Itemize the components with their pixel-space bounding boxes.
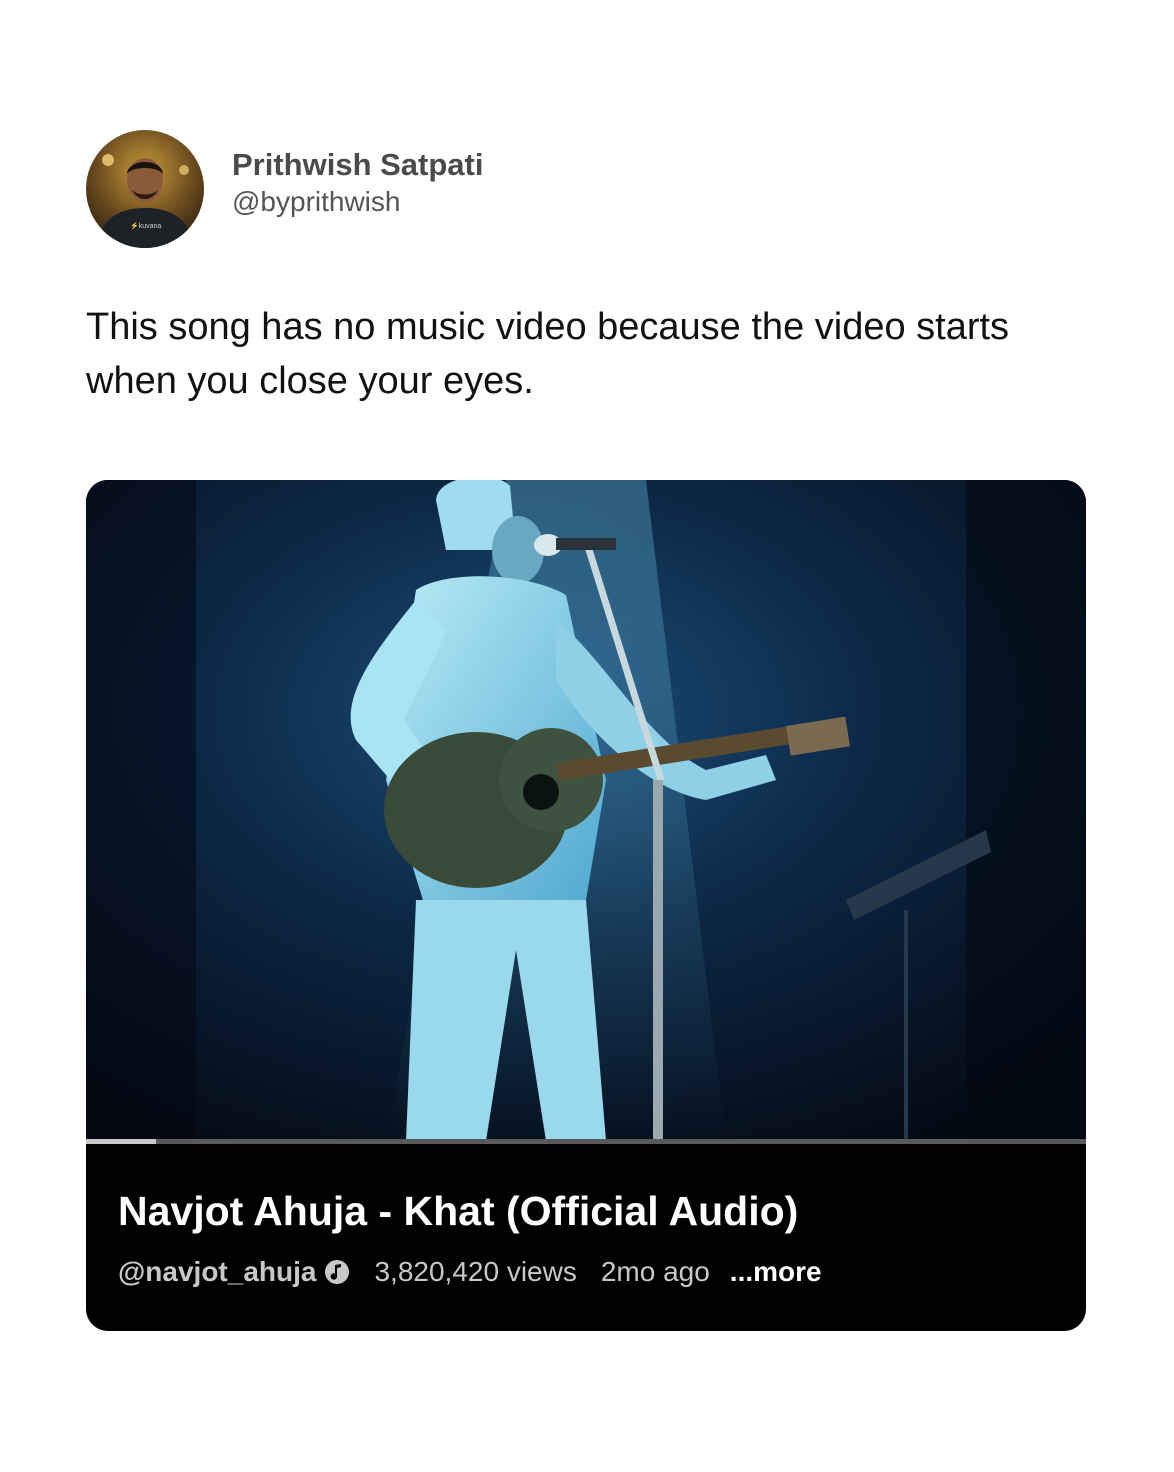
- video-meta: @navjot_ahuja 3,820,420 views 2mo ago ..…: [118, 1254, 1054, 1290]
- avatar[interactable]: ⚡kuvana: [86, 130, 204, 248]
- author-name[interactable]: Prithwish Satpati: [232, 146, 483, 184]
- author-block: Prithwish Satpati @byprithwish: [232, 146, 483, 220]
- upload-age: 2mo ago: [600, 1256, 710, 1287]
- video-title[interactable]: Navjot Ahuja - Khat (Official Audio): [118, 1186, 1054, 1236]
- video-thumbnail[interactable]: [86, 480, 1086, 1141]
- video-progress-bar[interactable]: [86, 1139, 1086, 1144]
- channel-name[interactable]: @navjot_ahuja: [118, 1254, 316, 1290]
- tweet-header: ⚡kuvana Prithwish Satpati @byprithwish: [86, 130, 483, 248]
- tweet-screenshot: ⚡kuvana Prithwish Satpati @byprithwish T…: [0, 0, 1174, 1472]
- video-info: Navjot Ahuja - Khat (Official Audio) @na…: [118, 1186, 1054, 1290]
- author-handle[interactable]: @byprithwish: [232, 184, 483, 220]
- svg-text:⚡kuvana: ⚡kuvana: [130, 221, 161, 230]
- music-note-icon: [322, 1257, 352, 1287]
- video-card[interactable]: Navjot Ahuja - Khat (Official Audio) @na…: [86, 480, 1086, 1331]
- view-count: 3,820,420 views: [374, 1256, 577, 1287]
- more-button[interactable]: ...more: [730, 1254, 822, 1290]
- tweet-text: This song has no music video because the…: [86, 306, 1010, 402]
- video-progress-fill: [86, 1139, 156, 1144]
